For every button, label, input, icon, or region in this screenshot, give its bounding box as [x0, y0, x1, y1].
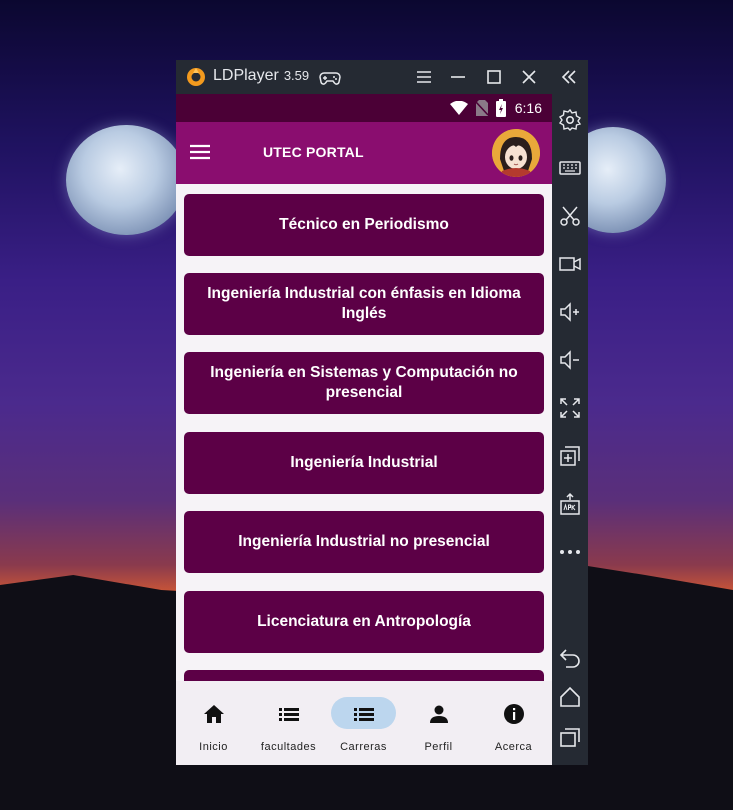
nav-label: Perfil	[424, 741, 453, 753]
ldplayer-logo-icon	[187, 68, 205, 86]
wifi-icon	[450, 101, 468, 115]
no-sim-icon	[476, 100, 488, 116]
collapse-sidebar-icon[interactable]	[559, 67, 579, 87]
nav-label: Inicio	[199, 741, 228, 753]
battery-charging-icon	[496, 99, 506, 117]
scissors-icon[interactable]	[558, 204, 582, 228]
nav-item-carreras[interactable]: Carreras	[326, 681, 401, 765]
volume-up-icon[interactable]	[558, 300, 582, 324]
settings-icon[interactable]	[558, 108, 582, 132]
nav-item-perfil[interactable]: Perfil	[401, 681, 476, 765]
maximize-icon[interactable]	[484, 67, 504, 87]
hamburger-menu-icon[interactable]	[190, 144, 210, 160]
video-record-icon[interactable]	[558, 252, 582, 276]
profile-avatar[interactable]	[492, 129, 540, 177]
close-icon[interactable]	[519, 67, 539, 87]
emulator-title: LDPlayer 3.59	[213, 67, 309, 85]
career-button[interactable]: Ingeniería en Sistemas y Computación no …	[184, 352, 544, 414]
list-icon	[279, 708, 299, 721]
careers-list[interactable]: Técnico en Periodismo Ingeniería Industr…	[176, 184, 552, 681]
wallpaper-moon-left	[66, 125, 186, 235]
career-button[interactable]: Licenciatura en Antropología	[184, 591, 544, 653]
home-icon	[204, 705, 224, 723]
nav-item-inicio[interactable]: Inicio	[176, 681, 251, 765]
status-time: 6:16	[514, 100, 542, 116]
avatar-character-icon	[492, 129, 540, 177]
nav-item-facultades[interactable]: facultades	[251, 681, 326, 765]
nav-label: Carreras	[340, 741, 387, 753]
emulator-app-name: LDPlayer	[213, 67, 279, 84]
android-statusbar: 6:16	[176, 94, 552, 122]
app-title: UTEC PORTAL	[263, 144, 364, 160]
recent-apps-icon[interactable]	[558, 725, 582, 749]
emulator-window: LDPlayer 3.59 6:16 UTEC PORTAL Técnico e…	[176, 60, 588, 765]
minimize-icon[interactable]	[448, 67, 468, 87]
gamepad-icon[interactable]	[318, 67, 342, 87]
app-bar: UTEC PORTAL	[176, 122, 552, 184]
nav-label: facultades	[260, 741, 317, 753]
career-button[interactable]: Técnico en Periodismo	[184, 194, 544, 256]
more-icon[interactable]	[558, 540, 582, 564]
back-icon[interactable]	[558, 645, 582, 669]
career-button[interactable]	[184, 670, 544, 681]
volume-down-icon[interactable]	[558, 348, 582, 372]
keyboard-icon[interactable]	[558, 156, 582, 180]
list-icon	[354, 708, 374, 721]
emulator-sidebar	[552, 94, 588, 765]
career-button[interactable]: Ingeniería Industrial	[184, 432, 544, 494]
android-screen: 6:16 UTEC PORTAL Técnico en Periodismo I…	[176, 94, 552, 765]
emulator-version: 3.59	[283, 68, 310, 83]
multi-instance-icon[interactable]	[558, 444, 582, 468]
emulator-titlebar: LDPlayer 3.59	[176, 60, 588, 94]
nav-item-acerca[interactable]: Acerca	[476, 681, 551, 765]
home-icon[interactable]	[558, 685, 582, 709]
fullscreen-icon[interactable]	[558, 396, 582, 420]
nav-label: Acerca	[494, 741, 533, 753]
info-icon	[504, 704, 524, 724]
person-icon	[430, 705, 448, 723]
career-button[interactable]: Ingeniería Industrial con énfasis en Idi…	[184, 273, 544, 335]
bottom-navigation: Inicio facultades Carreras Perfil Acerca	[176, 681, 552, 765]
career-button[interactable]: Ingeniería Industrial no presencial	[184, 511, 544, 573]
apk-install-icon[interactable]	[558, 492, 582, 516]
menu-icon[interactable]	[414, 67, 434, 87]
